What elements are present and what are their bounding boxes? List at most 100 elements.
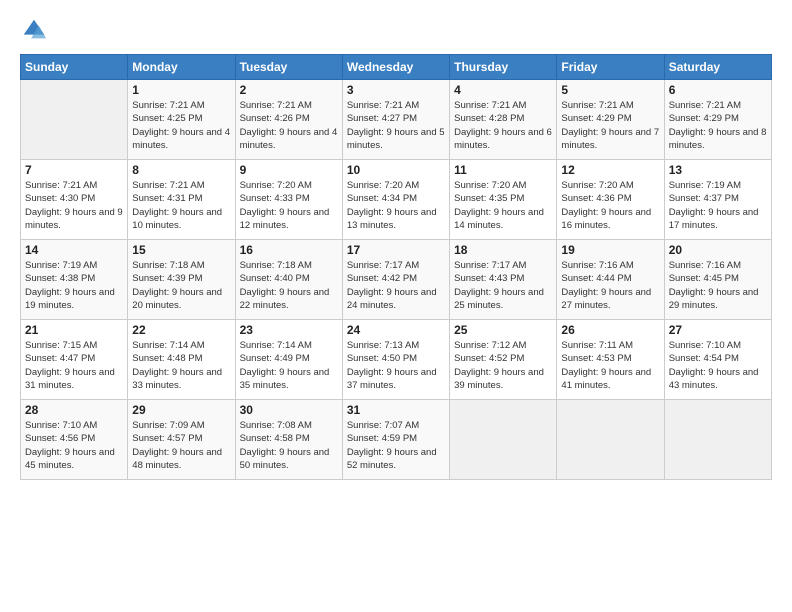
day-info: Sunrise: 7:10 AMSunset: 4:54 PMDaylight:… xyxy=(669,339,767,392)
day-info: Sunrise: 7:14 AMSunset: 4:48 PMDaylight:… xyxy=(132,339,230,392)
week-row-1: 1 Sunrise: 7:21 AMSunset: 4:25 PMDaylight… xyxy=(21,80,772,160)
day-cell: 8Sunrise: 7:21 AMSunset: 4:31 PMDaylight… xyxy=(128,160,235,240)
day-number: 20 xyxy=(669,243,767,257)
day-number: 25 xyxy=(454,323,552,337)
header-cell-monday: Monday xyxy=(128,55,235,80)
day-number: 4 xyxy=(454,83,552,97)
header-cell-friday: Friday xyxy=(557,55,664,80)
day-info: Sunrise: 7:20 AMSunset: 4:33 PMDaylight:… xyxy=(240,179,338,232)
day-cell: 20 Sunrise: 7:16 AMSunset: 4:45 PMDayligh… xyxy=(664,240,771,320)
day-info: Sunrise: 7:21 AMSunset: 4:28 PMDaylight:… xyxy=(454,99,552,152)
day-number: 18 xyxy=(454,243,552,257)
day-number: 3 xyxy=(347,83,445,97)
day-cell: 6 Sunrise: 7:21 AMSunset: 4:29 PMDaylight… xyxy=(664,80,771,160)
day-number: 8 xyxy=(132,163,230,177)
day-number: 26 xyxy=(561,323,659,337)
day-info: Sunrise: 7:10 AMSunset: 4:56 PMDaylight:… xyxy=(25,419,123,472)
day-cell: 15 Sunrise: 7:18 AMSunset: 4:39 PMDayligh… xyxy=(128,240,235,320)
day-number: 29 xyxy=(132,403,230,417)
day-info: Sunrise: 7:20 AMSunset: 4:34 PMDaylight:… xyxy=(347,179,445,232)
header-cell-saturday: Saturday xyxy=(664,55,771,80)
day-cell: 22 Sunrise: 7:14 AMSunset: 4:48 PMDayligh… xyxy=(128,320,235,400)
day-cell: 27 Sunrise: 7:10 AMSunset: 4:54 PMDayligh… xyxy=(664,320,771,400)
day-number: 9 xyxy=(240,163,338,177)
day-number: 28 xyxy=(25,403,123,417)
day-cell: 16 Sunrise: 7:18 AMSunset: 4:40 PMDayligh… xyxy=(235,240,342,320)
day-info: Sunrise: 7:21 AMSunset: 4:26 PMDaylight:… xyxy=(240,99,338,152)
header-cell-sunday: Sunday xyxy=(21,55,128,80)
week-row-5: 28 Sunrise: 7:10 AMSunset: 4:56 PMDayligh… xyxy=(21,400,772,480)
day-info: Sunrise: 7:18 AMSunset: 4:39 PMDaylight:… xyxy=(132,259,230,312)
day-number: 6 xyxy=(669,83,767,97)
day-cell: 4 Sunrise: 7:21 AMSunset: 4:28 PMDaylight… xyxy=(450,80,557,160)
day-number: 1 xyxy=(132,83,230,97)
day-info: Sunrise: 7:08 AMSunset: 4:58 PMDaylight:… xyxy=(240,419,338,472)
day-cell xyxy=(21,80,128,160)
day-info: Sunrise: 7:13 AMSunset: 4:50 PMDaylight:… xyxy=(347,339,445,392)
day-cell: 31 Sunrise: 7:07 AMSunset: 4:59 PMDayligh… xyxy=(342,400,449,480)
day-cell: 29Sunrise: 7:09 AMSunset: 4:57 PMDayligh… xyxy=(128,400,235,480)
day-number: 2 xyxy=(240,83,338,97)
day-number: 15 xyxy=(132,243,230,257)
day-number: 22 xyxy=(132,323,230,337)
day-cell: 10 Sunrise: 7:20 AMSunset: 4:34 PMDayligh… xyxy=(342,160,449,240)
calendar-table: SundayMondayTuesdayWednesdayThursdayFrid… xyxy=(20,54,772,480)
day-cell: 19 Sunrise: 7:16 AMSunset: 4:44 PMDayligh… xyxy=(557,240,664,320)
day-number: 10 xyxy=(347,163,445,177)
day-info: Sunrise: 7:21 AMSunset: 4:29 PMDaylight:… xyxy=(561,99,659,152)
day-info: Sunrise: 7:21 AMSunset: 4:25 PMDaylight:… xyxy=(132,99,230,152)
day-cell: 1 Sunrise: 7:21 AMSunset: 4:25 PMDaylight… xyxy=(128,80,235,160)
week-row-2: 7 Sunrise: 7:21 AMSunset: 4:30 PMDaylight… xyxy=(21,160,772,240)
day-cell xyxy=(664,400,771,480)
day-number: 24 xyxy=(347,323,445,337)
day-info: Sunrise: 7:17 AMSunset: 4:42 PMDaylight:… xyxy=(347,259,445,312)
header xyxy=(20,16,772,44)
day-info: Sunrise: 7:16 AMSunset: 4:45 PMDaylight:… xyxy=(669,259,767,312)
week-row-3: 14Sunrise: 7:19 AMSunset: 4:38 PMDayligh… xyxy=(21,240,772,320)
day-number: 13 xyxy=(669,163,767,177)
page: SundayMondayTuesdayWednesdayThursdayFrid… xyxy=(0,0,792,612)
header-cell-wednesday: Wednesday xyxy=(342,55,449,80)
day-info: Sunrise: 7:21 AMSunset: 4:30 PMDaylight:… xyxy=(25,179,123,232)
day-info: Sunrise: 7:21 AMSunset: 4:29 PMDaylight:… xyxy=(669,99,767,152)
day-cell: 2 Sunrise: 7:21 AMSunset: 4:26 PMDaylight… xyxy=(235,80,342,160)
day-number: 19 xyxy=(561,243,659,257)
day-number: 31 xyxy=(347,403,445,417)
day-cell: 13 Sunrise: 7:19 AMSunset: 4:37 PMDayligh… xyxy=(664,160,771,240)
day-info: Sunrise: 7:07 AMSunset: 4:59 PMDaylight:… xyxy=(347,419,445,472)
week-row-4: 21Sunrise: 7:15 AMSunset: 4:47 PMDayligh… xyxy=(21,320,772,400)
header-row: SundayMondayTuesdayWednesdayThursdayFrid… xyxy=(21,55,772,80)
day-info: Sunrise: 7:21 AMSunset: 4:27 PMDaylight:… xyxy=(347,99,445,152)
day-info: Sunrise: 7:16 AMSunset: 4:44 PMDaylight:… xyxy=(561,259,659,312)
day-info: Sunrise: 7:14 AMSunset: 4:49 PMDaylight:… xyxy=(240,339,338,392)
day-info: Sunrise: 7:12 AMSunset: 4:52 PMDaylight:… xyxy=(454,339,552,392)
day-number: 12 xyxy=(561,163,659,177)
day-number: 27 xyxy=(669,323,767,337)
day-cell: 21Sunrise: 7:15 AMSunset: 4:47 PMDayligh… xyxy=(21,320,128,400)
day-info: Sunrise: 7:20 AMSunset: 4:36 PMDaylight:… xyxy=(561,179,659,232)
day-cell: 30 Sunrise: 7:08 AMSunset: 4:58 PMDayligh… xyxy=(235,400,342,480)
day-cell: 17 Sunrise: 7:17 AMSunset: 4:42 PMDayligh… xyxy=(342,240,449,320)
day-cell: 9 Sunrise: 7:20 AMSunset: 4:33 PMDaylight… xyxy=(235,160,342,240)
day-info: Sunrise: 7:11 AMSunset: 4:53 PMDaylight:… xyxy=(561,339,659,392)
day-cell: 3 Sunrise: 7:21 AMSunset: 4:27 PMDaylight… xyxy=(342,80,449,160)
day-info: Sunrise: 7:19 AMSunset: 4:38 PMDaylight:… xyxy=(25,259,123,312)
day-cell: 26 Sunrise: 7:11 AMSunset: 4:53 PMDayligh… xyxy=(557,320,664,400)
day-info: Sunrise: 7:18 AMSunset: 4:40 PMDaylight:… xyxy=(240,259,338,312)
header-cell-thursday: Thursday xyxy=(450,55,557,80)
day-number: 16 xyxy=(240,243,338,257)
day-info: Sunrise: 7:20 AMSunset: 4:35 PMDaylight:… xyxy=(454,179,552,232)
day-number: 5 xyxy=(561,83,659,97)
day-cell: 12 Sunrise: 7:20 AMSunset: 4:36 PMDayligh… xyxy=(557,160,664,240)
day-cell: 5 Sunrise: 7:21 AMSunset: 4:29 PMDaylight… xyxy=(557,80,664,160)
day-number: 7 xyxy=(25,163,123,177)
day-cell: 24 Sunrise: 7:13 AMSunset: 4:50 PMDayligh… xyxy=(342,320,449,400)
day-number: 17 xyxy=(347,243,445,257)
day-info: Sunrise: 7:17 AMSunset: 4:43 PMDaylight:… xyxy=(454,259,552,312)
day-cell: 7 Sunrise: 7:21 AMSunset: 4:30 PMDaylight… xyxy=(21,160,128,240)
day-info: Sunrise: 7:15 AMSunset: 4:47 PMDaylight:… xyxy=(25,339,123,392)
day-info: Sunrise: 7:19 AMSunset: 4:37 PMDaylight:… xyxy=(669,179,767,232)
day-cell xyxy=(450,400,557,480)
day-cell: 28 Sunrise: 7:10 AMSunset: 4:56 PMDayligh… xyxy=(21,400,128,480)
day-number: 30 xyxy=(240,403,338,417)
